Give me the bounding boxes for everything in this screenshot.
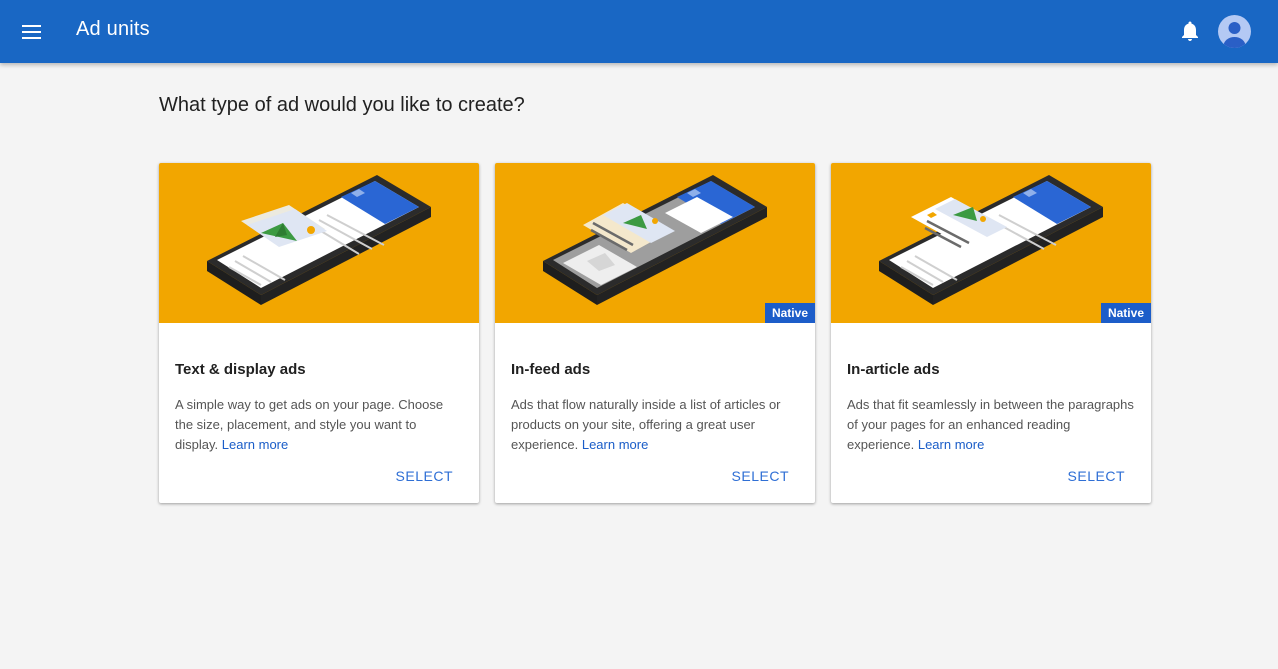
learn-more-link[interactable]: Learn more xyxy=(222,437,288,452)
card-illustration xyxy=(159,163,479,323)
top-app-bar: Ad units xyxy=(0,0,1278,63)
ad-type-card-text-display[interactable]: Text & display ads A simple way to get a… xyxy=(159,163,479,503)
card-title: Text & display ads xyxy=(175,361,306,378)
ad-type-card-in-feed[interactable]: Native In-feed ads Ads that flow natural… xyxy=(495,163,815,503)
select-button-in-feed[interactable]: SELECT xyxy=(732,468,789,484)
learn-more-link[interactable]: Learn more xyxy=(918,437,984,452)
card-title: In-feed ads xyxy=(511,361,591,378)
app-title: Ad units xyxy=(76,18,150,40)
card-description: A simple way to get ads on your page. Ch… xyxy=(175,397,444,452)
bell-icon[interactable] xyxy=(1178,19,1202,43)
account-avatar-icon[interactable] xyxy=(1218,15,1251,48)
learn-more-link[interactable]: Learn more xyxy=(582,437,648,452)
ad-type-card-in-article[interactable]: Native In-article ads Ads that fit seaml… xyxy=(831,163,1151,503)
card-illustration: Native xyxy=(495,163,815,323)
select-button-text-display[interactable]: SELECT xyxy=(396,468,453,484)
card-title: In-article ads xyxy=(847,361,940,378)
card-description: Ads that fit seamlessly in between the p… xyxy=(847,397,1134,452)
native-badge: Native xyxy=(1100,303,1151,323)
card-illustration: Native xyxy=(831,163,1151,323)
card-description: Ads that flow naturally inside a list of… xyxy=(511,397,781,452)
page-heading: What type of ad would you like to create… xyxy=(159,94,525,116)
menu-icon[interactable] xyxy=(20,21,44,43)
select-button-in-article[interactable]: SELECT xyxy=(1068,468,1125,484)
native-badge: Native xyxy=(764,303,815,323)
